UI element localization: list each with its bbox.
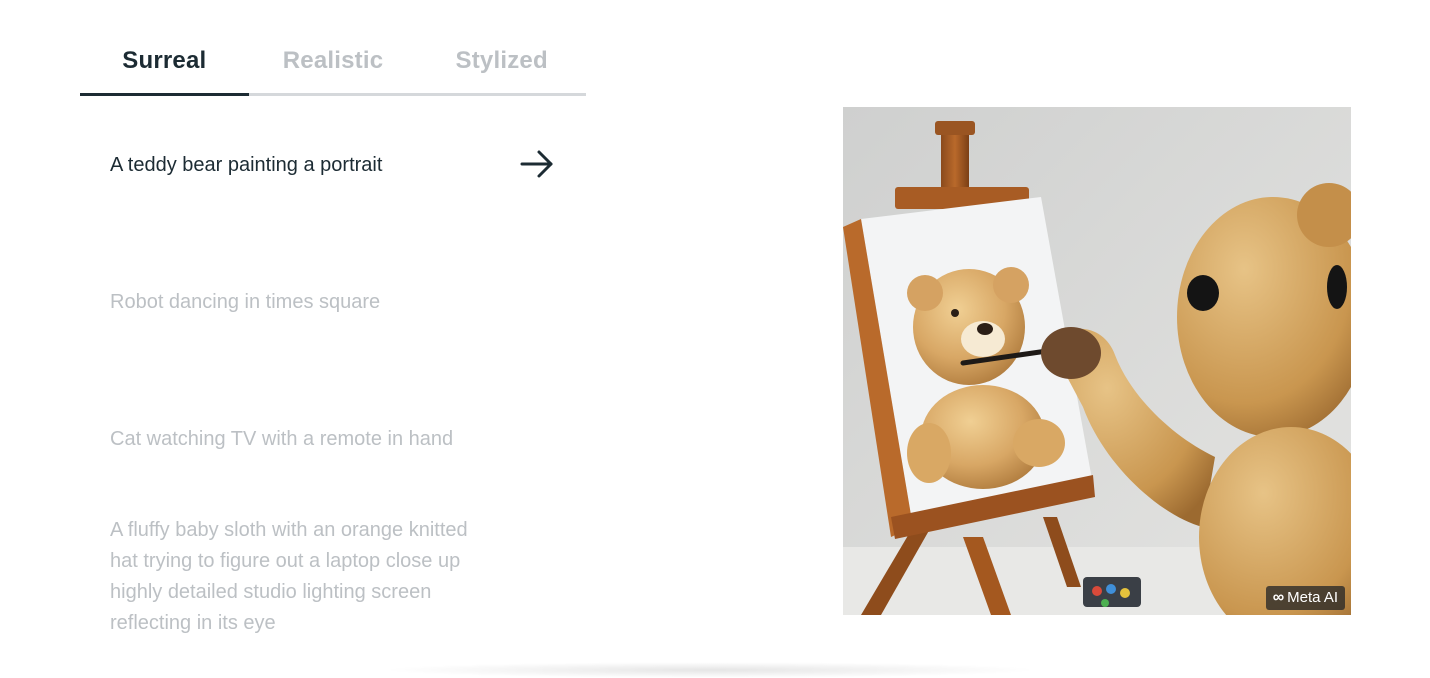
generated-image: ∞ Meta AI	[843, 107, 1351, 615]
meta-ai-watermark: ∞ Meta AI	[1265, 586, 1345, 610]
prompt-item-sloth[interactable]: A fluffy baby sloth with an orange knitt…	[110, 515, 490, 639]
meta-logo-icon: ∞	[1272, 589, 1285, 606]
prompt-item-cat[interactable]: Cat watching TV with a remote in hand	[110, 424, 570, 455]
arrow-right-icon[interactable]	[518, 148, 556, 180]
watermark-label: Meta AI	[1287, 589, 1338, 606]
tab-realistic[interactable]: Realistic	[249, 28, 418, 93]
page: Surreal Realistic Stylized A teddy bear …	[0, 0, 1430, 678]
prompt-item-teddy-bear[interactable]: A teddy bear painting a portrait	[110, 150, 570, 181]
style-tabs: Surreal Realistic Stylized	[80, 28, 586, 96]
tab-stylized[interactable]: Stylized	[417, 28, 586, 93]
tab-surreal[interactable]: Surreal	[80, 28, 249, 96]
teddy-bear-painting-illustration	[843, 107, 1351, 615]
prompt-item-robot[interactable]: Robot dancing in times square	[110, 287, 570, 318]
bottom-shadow	[380, 662, 1040, 678]
